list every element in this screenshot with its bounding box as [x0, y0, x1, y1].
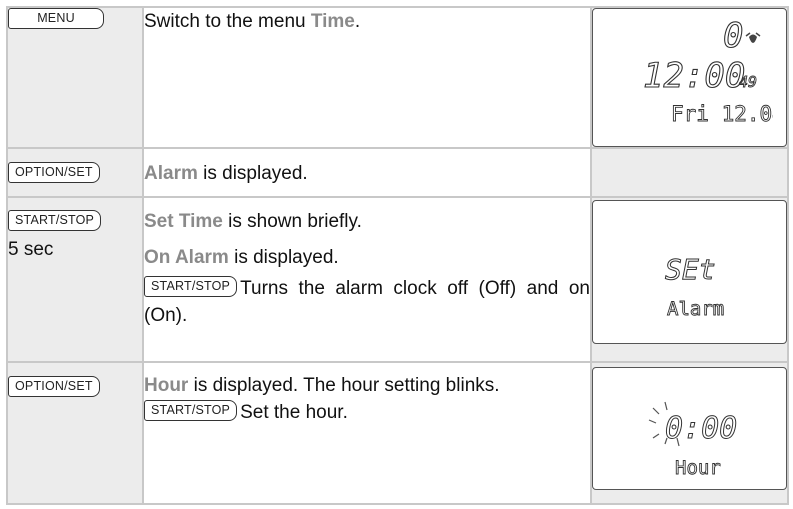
description-cell: Set Time is shown briefly. On Alarm is d… — [142, 196, 592, 363]
lcd-display-hour: 0:00 Hour — [592, 367, 787, 490]
menu-name-set-time: Set Time — [144, 211, 223, 232]
text-fragment: . — [354, 11, 361, 32]
menu-name-alarm: Alarm — [144, 163, 198, 184]
description-text: Switch to the menu Time. — [144, 8, 590, 35]
lcd-bottom-text: Alarm — [667, 298, 724, 320]
option-set-button[interactable]: OPTION/SET — [8, 162, 100, 183]
description-text: Hour is displayed. The hour setting blin… — [144, 373, 590, 398]
lcd-top-digit: 0 — [723, 16, 743, 56]
text-fragment: is displayed. — [197, 163, 308, 184]
description-text: On Alarm is displayed. — [144, 244, 590, 271]
description-text: START/STOP Turns the alarm clock off (Off… — [144, 275, 590, 329]
alarm-bell-icon — [745, 32, 761, 43]
table-row: OPTION/SET Alarm is displayed. — [6, 147, 789, 198]
start-stop-button[interactable]: START/STOP — [8, 210, 102, 231]
menu-name-on-alarm: On Alarm — [144, 247, 229, 268]
display-cell: 0:00 Hour — [590, 361, 789, 505]
menu-name-hour: Hour — [144, 375, 189, 396]
instruction-table: MENU Switch to the menu Time. 0 12:00 49 — [6, 6, 789, 505]
option-set-button[interactable]: OPTION/SET — [8, 376, 100, 397]
description-text: START/STOP Set the hour. — [144, 400, 590, 425]
table-row: OPTION/SET Hour is displayed. The hour s… — [6, 361, 789, 505]
text-fragment: is displayed. — [228, 247, 339, 268]
description-cell: Hour is displayed. The hour setting blin… — [142, 361, 592, 505]
steps-table: MENU Switch to the menu Time. 0 12:00 49 — [6, 6, 789, 505]
lcd-top-text: SEt — [665, 253, 716, 286]
description-cell: Switch to the menu Time. — [142, 6, 592, 149]
menu-name-time: Time — [310, 11, 355, 32]
description-cell: Alarm is displayed. — [142, 147, 592, 198]
lcd-time-screen: 0 12:00 49 Fri 12.04 — [642, 15, 773, 126]
key-cell: OPTION/SET — [6, 361, 144, 505]
start-stop-button-inline[interactable]: START/STOP — [144, 276, 238, 298]
table-row: MENU Switch to the menu Time. 0 12:00 49 — [6, 6, 789, 149]
text-fragment: is shown briefly. — [222, 211, 362, 232]
lcd-hour-value: 0:00 — [665, 411, 737, 446]
display-cell: 0 12:00 49 Fri 12.04 — [590, 6, 789, 149]
lcd-display-set-alarm: SEt Alarm — [592, 200, 787, 344]
lcd-date-text: Fri 12.04 — [671, 102, 773, 126]
lcd-time-main: 12:00 — [643, 56, 745, 96]
key-cell: MENU — [6, 6, 144, 149]
display-cell: SEt Alarm — [590, 196, 789, 363]
lcd-set-screen: SEt Alarm — [665, 253, 725, 321]
description-text: Alarm is displayed. — [144, 160, 590, 187]
text-fragment: Set the hour. — [240, 402, 348, 423]
empty-display-cell — [590, 147, 789, 198]
description-text: Set Time is shown briefly. — [144, 208, 590, 235]
menu-button[interactable]: MENU — [8, 8, 104, 29]
lcd-time-seconds: 49 — [739, 73, 757, 91]
table-row: START/STOP 5 sec Set Time is shown brief… — [6, 196, 789, 363]
start-stop-button-inline[interactable]: START/STOP — [144, 400, 238, 422]
key-cell: START/STOP 5 sec — [6, 196, 144, 363]
key-cell: OPTION/SET — [6, 147, 144, 198]
lcd-hour-screen: 0:00 Hour — [648, 401, 738, 479]
text-fragment: Switch to the menu — [144, 11, 311, 32]
lcd-bottom-text: Hour — [675, 457, 721, 479]
text-fragment: is displayed. The hour setting blinks. — [188, 375, 500, 396]
hold-duration: 5 sec — [8, 239, 54, 260]
lcd-display-time: 0 12:00 49 Fri 12.04 — [592, 8, 787, 147]
